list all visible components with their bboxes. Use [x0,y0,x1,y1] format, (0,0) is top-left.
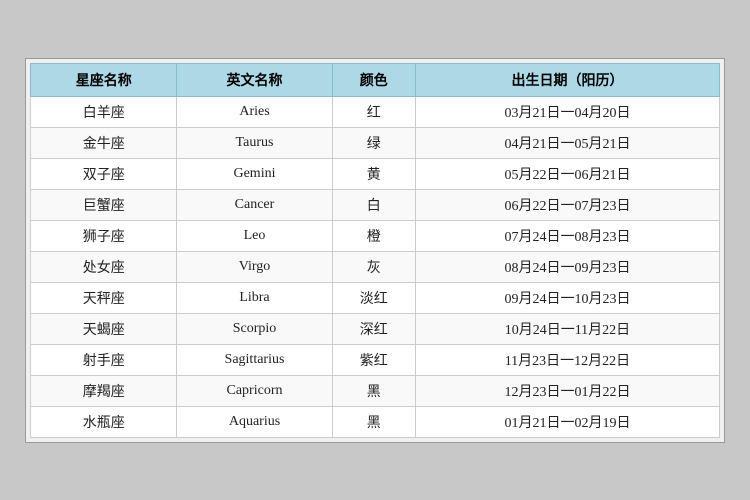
cell-2-2: 黄 [332,158,415,189]
cell-5-3: 08月24日一09月23日 [415,251,719,282]
col-header-chinese: 星座名称 [31,63,177,96]
cell-10-2: 黑 [332,406,415,437]
table-wrapper: 星座名称 英文名称 颜色 出生日期（阳历） 白羊座Aries红03月21日一04… [25,58,725,443]
cell-3-0: 巨蟹座 [31,189,177,220]
cell-5-1: Virgo [177,251,332,282]
col-header-english: 英文名称 [177,63,332,96]
table-row: 双子座Gemini黄05月22日一06月21日 [31,158,720,189]
table-row: 天蝎座Scorpio深红10月24日一11月22日 [31,313,720,344]
cell-4-0: 狮子座 [31,220,177,251]
cell-8-0: 射手座 [31,344,177,375]
table-row: 白羊座Aries红03月21日一04月20日 [31,96,720,127]
cell-8-3: 11月23日一12月22日 [415,344,719,375]
cell-2-3: 05月22日一06月21日 [415,158,719,189]
zodiac-table: 星座名称 英文名称 颜色 出生日期（阳历） 白羊座Aries红03月21日一04… [30,63,720,438]
cell-0-3: 03月21日一04月20日 [415,96,719,127]
cell-8-2: 紫红 [332,344,415,375]
cell-3-1: Cancer [177,189,332,220]
cell-2-1: Gemini [177,158,332,189]
cell-1-0: 金牛座 [31,127,177,158]
cell-5-0: 处女座 [31,251,177,282]
cell-1-3: 04月21日一05月21日 [415,127,719,158]
cell-7-1: Scorpio [177,313,332,344]
table-row: 射手座Sagittarius紫红11月23日一12月22日 [31,344,720,375]
cell-10-0: 水瓶座 [31,406,177,437]
cell-4-3: 07月24日一08月23日 [415,220,719,251]
cell-4-1: Leo [177,220,332,251]
cell-6-2: 淡红 [332,282,415,313]
cell-7-0: 天蝎座 [31,313,177,344]
cell-2-0: 双子座 [31,158,177,189]
cell-4-2: 橙 [332,220,415,251]
cell-9-3: 12月23日一01月22日 [415,375,719,406]
cell-5-2: 灰 [332,251,415,282]
cell-3-2: 白 [332,189,415,220]
cell-10-1: Aquarius [177,406,332,437]
cell-8-1: Sagittarius [177,344,332,375]
cell-9-1: Capricorn [177,375,332,406]
table-row: 狮子座Leo橙07月24日一08月23日 [31,220,720,251]
cell-6-0: 天秤座 [31,282,177,313]
cell-6-3: 09月24日一10月23日 [415,282,719,313]
table-header-row: 星座名称 英文名称 颜色 出生日期（阳历） [31,63,720,96]
table-row: 金牛座Taurus绿04月21日一05月21日 [31,127,720,158]
cell-6-1: Libra [177,282,332,313]
table-row: 处女座Virgo灰08月24日一09月23日 [31,251,720,282]
cell-0-1: Aries [177,96,332,127]
cell-1-2: 绿 [332,127,415,158]
cell-9-2: 黑 [332,375,415,406]
table-row: 天秤座Libra淡红09月24日一10月23日 [31,282,720,313]
cell-7-2: 深红 [332,313,415,344]
cell-9-0: 摩羯座 [31,375,177,406]
cell-0-2: 红 [332,96,415,127]
cell-10-3: 01月21日一02月19日 [415,406,719,437]
cell-3-3: 06月22日一07月23日 [415,189,719,220]
table-row: 摩羯座Capricorn黑12月23日一01月22日 [31,375,720,406]
cell-1-1: Taurus [177,127,332,158]
col-header-color: 颜色 [332,63,415,96]
table-row: 巨蟹座Cancer白06月22日一07月23日 [31,189,720,220]
table-row: 水瓶座Aquarius黑01月21日一02月19日 [31,406,720,437]
cell-0-0: 白羊座 [31,96,177,127]
col-header-dates: 出生日期（阳历） [415,63,719,96]
cell-7-3: 10月24日一11月22日 [415,313,719,344]
